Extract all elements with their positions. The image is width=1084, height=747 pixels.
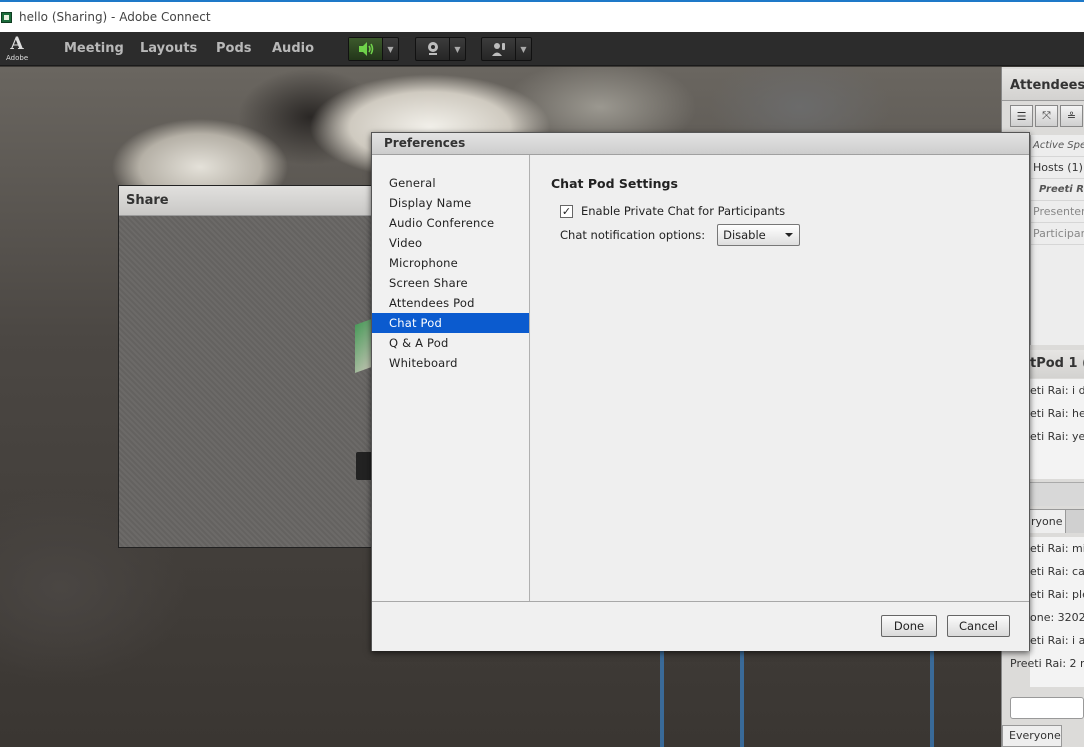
notification-label: Chat notification options:: [560, 228, 706, 242]
nav-item-chat-pod[interactable]: Chat Pod: [372, 313, 529, 333]
preferences-dialog: Preferences General Display Name Audio C…: [371, 132, 1030, 651]
user-icon[interactable]: ≗: [1060, 105, 1083, 127]
nav-item-audio-conference[interactable]: Audio Conference: [372, 213, 529, 233]
camera-dropdown-icon[interactable]: ▼: [449, 38, 465, 60]
chat-recipient-tab[interactable]: Everyone: [1002, 725, 1062, 747]
list-item[interactable]: Hosts (1): [1031, 157, 1084, 179]
nav-item-microphone[interactable]: Microphone: [372, 253, 529, 273]
window-title: hello (Sharing) - Adobe Connect: [19, 10, 211, 24]
done-button[interactable]: Done: [881, 615, 937, 637]
share-pod-title: Share: [119, 186, 373, 216]
menubar: A Adobe Meeting Layouts Pods Audio ▼ ▼ ▼: [0, 32, 1084, 66]
chat-messages: eti Rai: i do eti Rai: her eti Rai: yes: [1030, 379, 1084, 479]
chat-message: eti Rai: can: [1030, 565, 1084, 578]
private-chat-label[interactable]: Enable Private Chat for Participants: [581, 204, 785, 218]
raise-hand-button[interactable]: ▼: [481, 37, 532, 61]
list-item[interactable]: Presenters (: [1031, 201, 1084, 223]
list-item[interactable]: Participants: [1031, 223, 1084, 245]
chat-message: eti Rai: i do: [1030, 384, 1084, 397]
chat-message: eti Rai: her: [1030, 407, 1084, 420]
section-title: Chat Pod Settings: [551, 176, 678, 191]
dialog-footer: Done Cancel: [372, 601, 1029, 651]
nav-item-video[interactable]: Video: [372, 233, 529, 253]
nav-item-general[interactable]: General: [372, 173, 529, 193]
attendee-list: Active Spea Hosts (1) Preeti Rai Present…: [1030, 135, 1084, 345]
list-item[interactable]: Preeti Rai: [1031, 179, 1084, 201]
notification-select-value: Disable: [723, 228, 766, 242]
cancel-button[interactable]: Cancel: [947, 615, 1010, 637]
nav-item-screen-share[interactable]: Screen Share: [372, 273, 529, 293]
private-chat-checkbox[interactable]: ✓: [560, 204, 573, 218]
camera-toggle-button[interactable]: ▼: [415, 37, 466, 61]
chat-message: eti Rai: yes: [1030, 430, 1084, 443]
chat-tab-everyone[interactable]: ryone: [1030, 510, 1066, 533]
list-view-icon[interactable]: ☰: [1010, 105, 1033, 127]
nav-item-whiteboard[interactable]: Whiteboard: [372, 353, 529, 373]
desk-leg: [930, 647, 934, 747]
chat-message-input[interactable]: [1010, 697, 1084, 719]
webcam-icon: [416, 38, 449, 60]
adobe-logo: A Adobe: [6, 34, 29, 63]
attendees-toolbar: ☰ ⤧ ≗: [1010, 105, 1083, 129]
nav-item-qa-pod[interactable]: Q & A Pod: [372, 333, 529, 353]
share-pod: Share: [118, 185, 377, 548]
dialog-title: Preferences: [372, 133, 1029, 155]
window-titlebar: hello (Sharing) - Adobe Connect: [0, 0, 1084, 32]
preferences-nav: General Display Name Audio Conference Vi…: [372, 155, 530, 601]
menu-audio[interactable]: Audio: [272, 41, 314, 56]
nav-item-display-name[interactable]: Display Name: [372, 193, 529, 213]
notification-select[interactable]: Disable: [717, 224, 801, 246]
expand-icon[interactable]: ⤧: [1035, 105, 1058, 127]
status-dropdown-icon[interactable]: ▼: [515, 38, 531, 60]
attendees-pod-title: Attendees (: [1002, 69, 1084, 101]
app-icon: [1, 11, 12, 23]
private-chat-option: ✓ Enable Private Chat for Participants: [560, 204, 785, 218]
chat-message: eti Rai: mic: [1030, 542, 1084, 555]
notification-option: Chat notification options: Disable: [560, 224, 801, 246]
chat-message: eti Rai: plea: [1030, 588, 1084, 601]
chevron-down-icon: [785, 233, 794, 237]
menu-meeting[interactable]: Meeting: [64, 41, 124, 56]
list-item: Active Spea: [1031, 135, 1084, 157]
speaker-toggle-button[interactable]: ▼: [348, 37, 399, 61]
chat-message: Preeti Rai: 2 m: [1010, 657, 1084, 670]
nav-item-attendees-pod[interactable]: Attendees Pod: [372, 293, 529, 313]
chat-input[interactable]: [1030, 482, 1084, 506]
chat-tabstrip: ryone: [1030, 509, 1084, 533]
speaker-icon: [349, 38, 382, 60]
chat-message: one: 32029: [1030, 611, 1084, 624]
menu-layouts[interactable]: Layouts: [140, 41, 197, 56]
status-hand-icon: [482, 38, 515, 60]
speaker-dropdown-icon[interactable]: ▼: [382, 38, 398, 60]
chat-pod-title: tPod 1 (: [1030, 350, 1084, 378]
menu-pods[interactable]: Pods: [216, 41, 252, 56]
chat-message: eti Rai: i an: [1030, 634, 1084, 647]
preferences-content: Chat Pod Settings ✓ Enable Private Chat …: [531, 155, 1029, 601]
